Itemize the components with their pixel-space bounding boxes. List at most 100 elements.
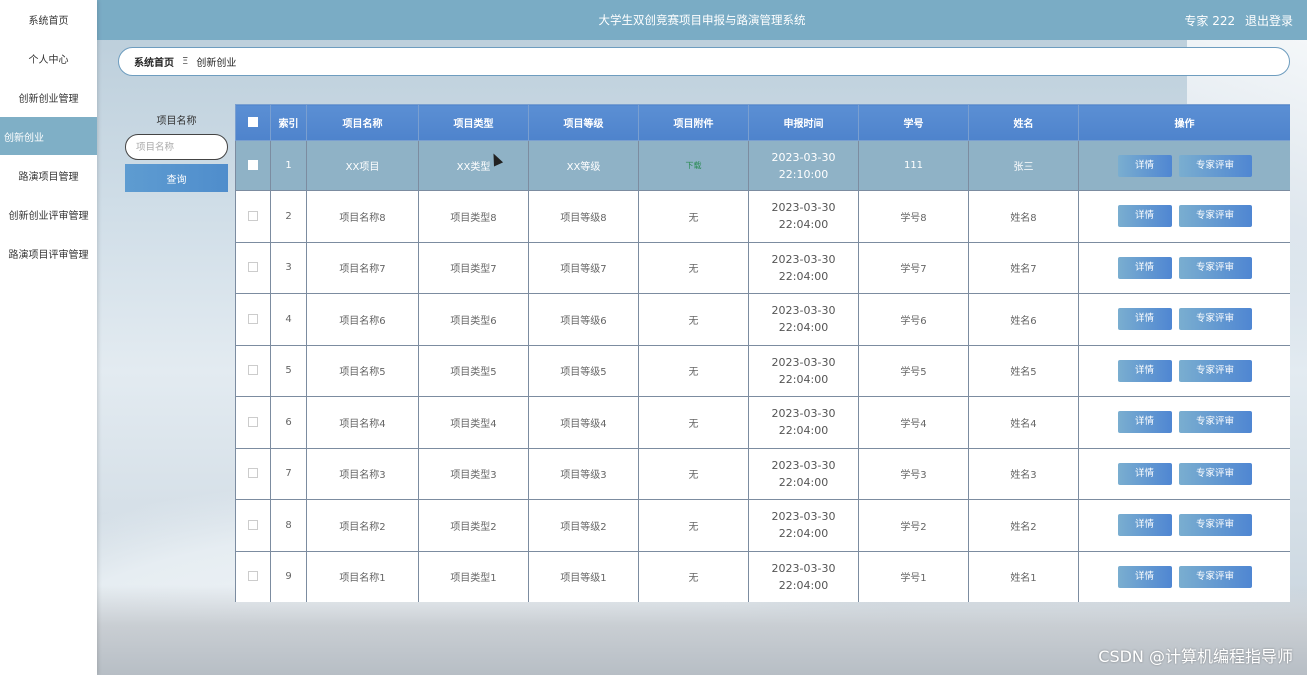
cell-type: 项目类型6	[418, 293, 529, 346]
header-user-area: 专家 222 退出登录	[1178, 12, 1293, 29]
logout-link[interactable]: 退出登录	[1245, 14, 1293, 28]
cell-student-id: 学号8	[858, 190, 969, 243]
table-header-row: 索引 项目名称 项目类型 项目等级 项目附件 申报时间 学号 姓名 操作	[235, 104, 1290, 141]
row-checkbox[interactable]	[248, 416, 258, 427]
col-header-student-id: 学号	[858, 104, 969, 141]
row-select-cell	[235, 447, 271, 500]
sidebar-item-innovation[interactable]: 创新创业	[0, 117, 97, 155]
cell-index: 5	[270, 344, 307, 397]
row-checkbox[interactable]	[248, 519, 258, 530]
col-header-name: 项目名称	[306, 104, 419, 141]
data-table-container: 索引 项目名称 项目类型 项目等级 项目附件 申报时间 学号 姓名 操作 1 XX…	[235, 104, 1290, 602]
expert-review-button[interactable]: 专家评审	[1178, 256, 1252, 279]
cell-time: 2023-03-30 22:04:00	[748, 499, 859, 552]
cell-student-id: 学号4	[858, 396, 969, 449]
cell-actions: 详情 专家评审	[1078, 396, 1290, 449]
expert-review-button[interactable]: 专家评审	[1178, 411, 1252, 434]
row-checkbox[interactable]	[248, 160, 258, 170]
cell-time: 2023-03-30 22:04:00	[748, 190, 859, 243]
sidebar-item-profile[interactable]: 个人中心	[0, 39, 97, 77]
cell-student-name: 姓名2	[968, 499, 1079, 552]
col-header-actions: 操作	[1078, 104, 1290, 141]
expert-review-button[interactable]: 专家评审	[1178, 565, 1252, 588]
sidebar-item-innovation-review[interactable]: 创新创业评审管理	[0, 195, 97, 233]
breadcrumb-separator-icon: Ξ	[182, 56, 189, 67]
cell-attachment[interactable]: 下载	[638, 140, 749, 191]
detail-button[interactable]: 详情	[1117, 565, 1172, 588]
breadcrumb-current: 创新创业	[196, 58, 237, 69]
cell-name: 项目名称6	[306, 293, 419, 346]
table-row: 4 项目名称6 项目类型6 项目等级6 无 2023-03-30 22:04:00 学号6 姓…	[235, 293, 1290, 346]
cell-level: 项目等级1	[528, 550, 639, 602]
search-input[interactable]	[125, 134, 228, 160]
search-button[interactable]: 查询	[125, 164, 228, 192]
row-select-cell	[235, 293, 271, 346]
row-select-cell	[235, 241, 271, 294]
cell-level: XX等级	[528, 140, 639, 191]
row-checkbox[interactable]	[248, 571, 258, 582]
table-row: 6 项目名称4 项目类型4 项目等级4 无 2023-03-30 22:04:00 学号4 姓…	[235, 396, 1290, 449]
expert-review-button[interactable]: 专家评审	[1178, 154, 1252, 177]
cell-time: 2023-03-30 22:04:00	[748, 241, 859, 294]
cell-student-name: 姓名3	[968, 447, 1079, 500]
expert-review-button[interactable]: 专家评审	[1178, 205, 1252, 228]
sidebar-item-innovation-management[interactable]: 创新创业管理	[0, 78, 97, 116]
cell-student-name: 姓名4	[968, 396, 1079, 449]
cell-attachment: 无	[638, 499, 749, 552]
cell-level: 项目等级3	[528, 447, 639, 500]
select-all-checkbox[interactable]	[248, 117, 258, 127]
table-row: 3 项目名称7 项目类型7 项目等级7 无 2023-03-30 22:04:00 学号7 姓…	[235, 241, 1290, 294]
sidebar-item-roadshow-review[interactable]: 路演项目评审管理	[0, 234, 97, 272]
row-checkbox[interactable]	[248, 468, 258, 479]
expert-review-button[interactable]: 专家评审	[1178, 359, 1252, 382]
row-select-cell	[235, 190, 271, 243]
breadcrumb-home[interactable]: 系统首页	[134, 54, 174, 69]
row-select-cell	[235, 396, 271, 449]
cell-index: 8	[270, 499, 307, 552]
cell-student-id: 学号5	[858, 344, 969, 397]
expert-review-button[interactable]: 专家评审	[1178, 308, 1252, 331]
breadcrumb: 系统首页 Ξ 创新创业	[118, 47, 1290, 76]
detail-button[interactable]: 详情	[1117, 205, 1172, 228]
data-table: 索引 项目名称 项目类型 项目等级 项目附件 申报时间 学号 姓名 操作 1 XX…	[235, 104, 1290, 602]
table-row: 7 项目名称3 项目类型3 项目等级3 无 2023-03-30 22:04:00 学号3 姓…	[235, 447, 1290, 500]
detail-button[interactable]: 详情	[1117, 411, 1172, 434]
cell-student-name: 姓名8	[968, 190, 1079, 243]
row-checkbox[interactable]	[248, 365, 258, 376]
select-all-cell	[235, 104, 271, 141]
cell-attachment: 无	[638, 396, 749, 449]
table-row: 5 项目名称5 项目类型5 项目等级5 无 2023-03-30 22:04:00 学号5 姓…	[235, 344, 1290, 397]
detail-button[interactable]: 详情	[1117, 514, 1172, 537]
row-checkbox[interactable]	[248, 262, 258, 273]
detail-button[interactable]: 详情	[1117, 462, 1172, 485]
cell-level: 项目等级4	[528, 396, 639, 449]
row-select-cell	[235, 550, 271, 602]
cell-student-name: 姓名5	[968, 344, 1079, 397]
cell-actions: 详情 专家评审	[1078, 447, 1290, 500]
row-checkbox[interactable]	[248, 210, 258, 221]
row-checkbox[interactable]	[248, 313, 258, 324]
detail-button[interactable]: 详情	[1117, 256, 1172, 279]
cell-type: 项目类型7	[418, 241, 529, 294]
expert-review-button[interactable]: 专家评审	[1178, 514, 1252, 537]
cell-name: 项目名称2	[306, 499, 419, 552]
detail-button[interactable]: 详情	[1117, 359, 1172, 382]
detail-button[interactable]: 详情	[1117, 308, 1172, 331]
col-header-index: 索引	[270, 104, 307, 141]
sidebar: 系统首页 个人中心 创新创业管理 创新创业 路演项目管理 创新创业评审管理 路演…	[0, 0, 97, 675]
cell-student-id: 学号6	[858, 293, 969, 346]
col-header-student-name: 姓名	[968, 104, 1079, 141]
table-row: 9 项目名称1 项目类型1 项目等级1 无 2023-03-30 22:04:00 学号1 姓…	[235, 550, 1290, 602]
cell-time: 2023-03-30 22:10:00	[748, 140, 859, 191]
app-title: 大学生双创竞赛项目申报与路演管理系统	[598, 13, 806, 27]
cell-actions: 详情 专家评审	[1078, 241, 1290, 294]
expert-review-button[interactable]: 专家评审	[1178, 462, 1252, 485]
detail-button[interactable]: 详情	[1117, 154, 1172, 177]
sidebar-item-home[interactable]: 系统首页	[0, 0, 97, 38]
cell-student-id: 学号7	[858, 241, 969, 294]
cell-student-id: 学号3	[858, 447, 969, 500]
cell-type: 项目类型8	[418, 190, 529, 243]
cell-student-id: 111	[858, 140, 969, 191]
cell-level: 项目等级8	[528, 190, 639, 243]
sidebar-item-roadshow-management[interactable]: 路演项目管理	[0, 156, 97, 194]
